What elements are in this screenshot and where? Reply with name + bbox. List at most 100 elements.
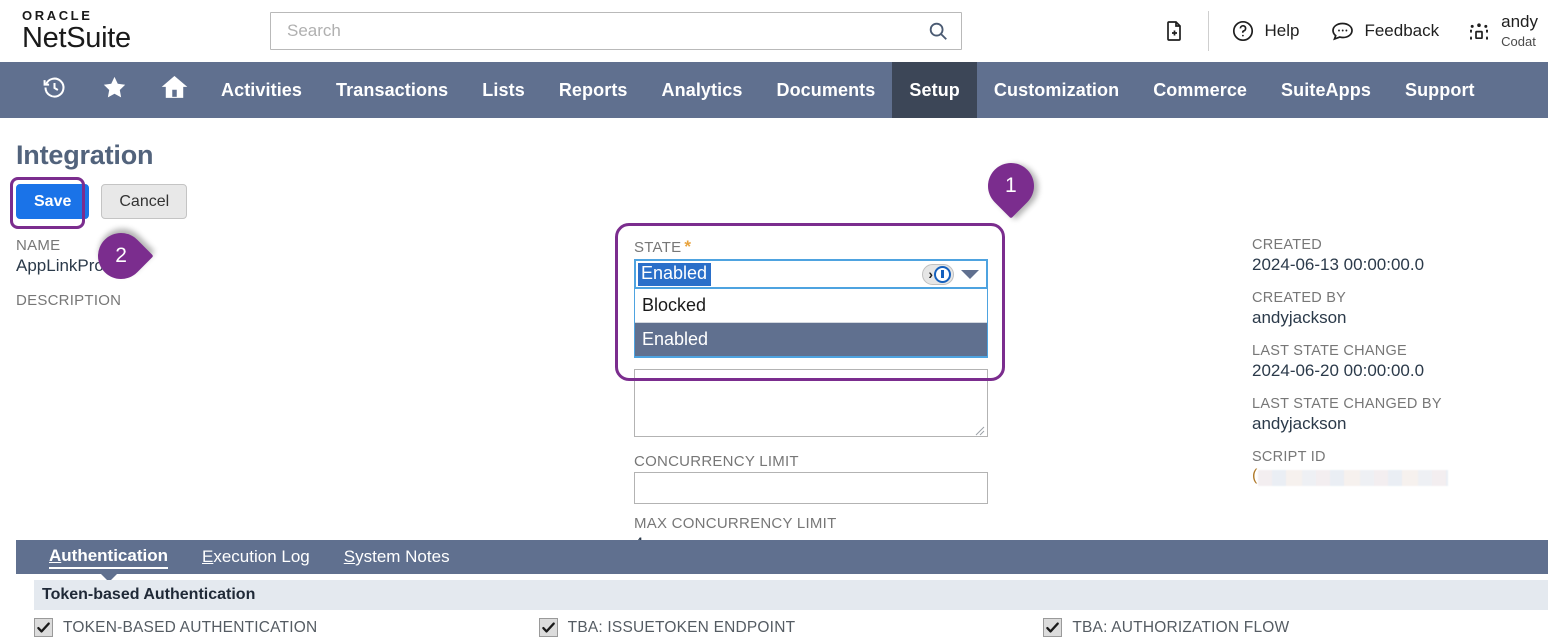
feedback-button[interactable]: Feedback bbox=[1315, 0, 1455, 62]
concurrency-limit-label: CONCURRENCY LIMIT bbox=[634, 453, 799, 471]
form-column-left: NAME AppLinkProd DESCRIPTION bbox=[16, 237, 356, 325]
checkbox-label: TOKEN-BASED AUTHENTICATION bbox=[63, 618, 318, 636]
checkbox-cell[interactable]: TBA: ISSUETOKEN ENDPOINT bbox=[538, 618, 1044, 637]
oracle-netsuite-logo[interactable]: ORACLE NetSuite bbox=[0, 9, 270, 53]
tab-label: System Notes bbox=[343, 547, 450, 566]
nav-item-reports[interactable]: Reports bbox=[542, 62, 645, 118]
checkbox-token-based-authentication[interactable] bbox=[34, 618, 53, 637]
field-created: CREATED 2024-06-13 00:00:00.0 bbox=[1252, 237, 1548, 275]
netsuite-wordmark: NetSuite bbox=[22, 21, 131, 54]
page-content: Integration Save Cancel NAME AppLinkProd… bbox=[0, 140, 1548, 553]
tab-label: Authentication bbox=[49, 546, 168, 569]
new-record-button[interactable] bbox=[1146, 0, 1202, 62]
checkbox-cell[interactable]: TOKEN-BASED AUTHENTICATION bbox=[34, 618, 539, 637]
field-value: 2024-06-13 00:00:00.0 bbox=[1252, 255, 1425, 275]
script-id-redacted-value: ( bbox=[1252, 467, 1548, 487]
field-last-state-changed-by: LAST STATE CHANGED BY andyjackson bbox=[1252, 396, 1548, 434]
resize-handle-icon[interactable] bbox=[973, 423, 985, 436]
field-name-label: NAME bbox=[16, 237, 61, 255]
nav-item-activities[interactable]: Activities bbox=[204, 62, 319, 118]
home-button[interactable] bbox=[144, 62, 204, 118]
field-label: CREATED BY bbox=[1252, 290, 1347, 307]
nav-item-customization[interactable]: Customization bbox=[977, 62, 1136, 118]
tab-system-notes[interactable]: System Notes bbox=[327, 540, 467, 574]
nav-item-list: Activities Transactions Lists Reports Analyt… bbox=[204, 62, 1492, 118]
history-clock-icon bbox=[41, 74, 68, 106]
speech-bubble-icon bbox=[1331, 19, 1355, 43]
record-form: NAME AppLinkProd DESCRIPTION STATE * Enab… bbox=[16, 237, 1532, 553]
state-input-tools: › bbox=[922, 263, 982, 285]
field-script-id: SCRIPT ID( bbox=[1252, 449, 1548, 487]
chevron-down-icon[interactable] bbox=[961, 269, 979, 279]
state-select-input[interactable]: Enabled › bbox=[634, 259, 988, 290]
tab-label: Execution Log bbox=[202, 547, 310, 566]
user-role: Codat bbox=[1501, 34, 1536, 49]
search-input[interactable] bbox=[285, 13, 927, 49]
state-option-enabled[interactable]: Enabled bbox=[635, 323, 987, 358]
state-option-blocked[interactable]: Blocked bbox=[635, 289, 987, 324]
people-roles-icon bbox=[1467, 19, 1491, 43]
field-label: SCRIPT ID bbox=[1252, 449, 1326, 466]
tab-execution-log[interactable]: Execution Log bbox=[185, 540, 327, 574]
required-asterisk-icon: * bbox=[684, 237, 692, 257]
nav-item-support[interactable]: Support bbox=[1388, 62, 1492, 118]
home-icon bbox=[161, 74, 188, 106]
user-role-menu[interactable]: andy Codat bbox=[1455, 0, 1538, 62]
nav-item-analytics[interactable]: Analytics bbox=[645, 62, 760, 118]
oracle-wordmark: ORACLE bbox=[22, 7, 93, 23]
state-label-text: STATE bbox=[634, 239, 682, 257]
open-record-pill[interactable]: › bbox=[922, 263, 954, 285]
user-name: andy bbox=[1501, 11, 1538, 31]
page-title: Integration bbox=[16, 140, 154, 170]
form-column-right: CREATED 2024-06-13 00:00:00.0 CREATED BY an… bbox=[1252, 237, 1548, 501]
save-button[interactable]: Save bbox=[16, 184, 90, 220]
help-label: Help bbox=[1264, 21, 1300, 40]
nav-item-setup[interactable]: Setup bbox=[892, 62, 977, 118]
cancel-button[interactable]: Cancel bbox=[101, 184, 188, 220]
masthead: ORACLE NetSuite Search Help Feedback and… bbox=[0, 0, 1548, 62]
chevron-right-icon: › bbox=[928, 266, 933, 283]
state-field: STATE * Enabled › Blocked Enabled bbox=[634, 237, 1034, 359]
state-options-list[interactable]: Blocked Enabled bbox=[634, 289, 988, 359]
field-label: LAST STATE CHANGE bbox=[1252, 343, 1407, 360]
recent-records-button[interactable] bbox=[24, 62, 84, 118]
field-label: CREATED bbox=[1252, 237, 1322, 254]
record-action-buttons: Save Cancel bbox=[16, 184, 1532, 220]
search-icon[interactable] bbox=[927, 20, 949, 42]
field-last-state-change: LAST STATE CHANGE 2024-06-20 00:00:00.0 bbox=[1252, 343, 1548, 381]
nav-item-lists[interactable]: Lists bbox=[465, 62, 542, 118]
field-description: DESCRIPTION bbox=[16, 292, 356, 309]
max-concurrency-limit-label: MAX CONCURRENCY LIMIT bbox=[634, 515, 837, 533]
info-icon[interactable] bbox=[934, 265, 951, 283]
nav-item-transactions[interactable]: Transactions bbox=[319, 62, 465, 118]
favorites-button[interactable] bbox=[84, 62, 144, 118]
field-value: andyjackson bbox=[1252, 308, 1347, 328]
state-notes-textarea[interactable] bbox=[634, 369, 988, 438]
auth-checkbox-row: TOKEN-BASED AUTHENTICATION TBA: ISSUETOKE… bbox=[34, 618, 1548, 637]
help-icon bbox=[1231, 19, 1255, 43]
tab-authentication[interactable]: Authentication bbox=[32, 540, 185, 582]
checkbox-cell[interactable]: TBA: AUTHORIZATION FLOW bbox=[1043, 618, 1548, 637]
form-column-middle: STATE * Enabled › Blocked Enabled CONCUR… bbox=[634, 237, 1034, 553]
checkbox-label: TBA: AUTHORIZATION FLOW bbox=[1072, 618, 1290, 636]
global-search[interactable] bbox=[270, 12, 962, 50]
star-icon bbox=[101, 74, 128, 106]
field-name-value: AppLinkProd bbox=[16, 256, 114, 276]
auth-section-heading: Token-based Authentication bbox=[34, 580, 1548, 610]
field-name: NAME AppLinkProd bbox=[16, 237, 356, 276]
field-created-by: CREATED BY andyjackson bbox=[1252, 290, 1548, 328]
field-concurrency-limit: CONCURRENCY LIMIT bbox=[634, 453, 988, 505]
add-document-icon bbox=[1162, 19, 1186, 43]
checkbox-tba-authorization-flow[interactable] bbox=[1043, 618, 1063, 637]
nav-item-commerce[interactable]: Commerce bbox=[1136, 62, 1264, 118]
nav-item-suiteapps[interactable]: SuiteApps bbox=[1264, 62, 1388, 118]
field-value: andyjackson bbox=[1252, 414, 1347, 434]
help-button[interactable]: Help bbox=[1215, 0, 1315, 62]
field-value: 2024-06-20 00:00:00.0 bbox=[1252, 361, 1425, 381]
masthead-divider bbox=[1208, 11, 1210, 51]
checkbox-tba-issuetoken-endpoint[interactable] bbox=[538, 618, 558, 637]
nav-item-documents[interactable]: Documents bbox=[759, 62, 892, 118]
checkbox-label: TBA: ISSUETOKEN ENDPOINT bbox=[567, 618, 796, 636]
concurrency-limit-input[interactable] bbox=[634, 472, 988, 505]
masthead-actions: Help Feedback andy Codat bbox=[1146, 0, 1548, 62]
